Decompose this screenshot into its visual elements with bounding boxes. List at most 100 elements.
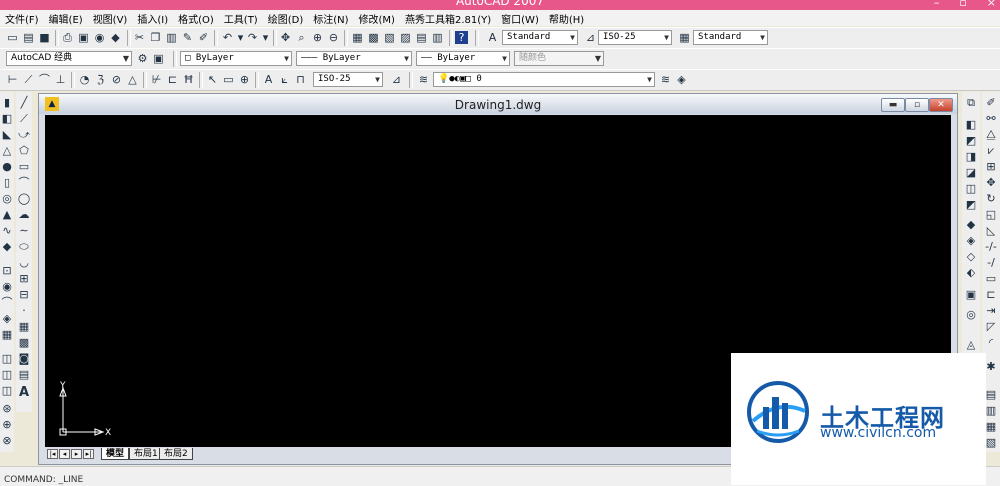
join-icon[interactable]: ⇥	[984, 304, 998, 318]
linear-dim-icon[interactable]: ⊢	[6, 73, 19, 86]
close-button[interactable]: ×	[987, 0, 996, 9]
lights-icon[interactable]: ◎	[964, 308, 978, 322]
view-left-icon[interactable]: ◫	[0, 384, 14, 398]
multiline-text-icon[interactable]: A	[17, 386, 31, 400]
slice-icon[interactable]: ◪	[964, 166, 978, 180]
block-editor-icon[interactable]: ✐	[197, 31, 210, 44]
table-style-select[interactable]: Standard ▼	[693, 30, 768, 45]
wedge-icon[interactable]: ◣	[0, 128, 14, 142]
menu-view[interactable]: 视图(V)	[88, 11, 133, 26]
radius-dim-icon[interactable]: ◔	[78, 73, 91, 86]
text-style-icon[interactable]: A	[486, 31, 499, 44]
extrude-icon[interactable]: ⊡	[0, 264, 14, 278]
point-icon[interactable]: ·	[17, 304, 31, 318]
helix-icon[interactable]: ∿	[0, 224, 14, 238]
table-icon[interactable]: ▤	[17, 368, 31, 382]
save-icon[interactable]: ■	[38, 31, 51, 44]
publish-icon[interactable]: ◉	[93, 31, 106, 44]
layer-match-icon[interactable]: ▥	[984, 404, 998, 418]
copy-object-icon[interactable]: ⚯	[984, 112, 998, 126]
drawing-close-button[interactable]: ✕	[929, 98, 953, 112]
tolerance-icon[interactable]: ▭	[222, 73, 235, 86]
scale-icon[interactable]: ◱	[984, 208, 998, 222]
text-window-icon[interactable]: ◬	[964, 338, 978, 352]
tab-model[interactable]: 模型	[101, 448, 130, 460]
menu-draw[interactable]: 绘图(D)	[263, 11, 309, 26]
continuous-orbit-icon[interactable]: ⊗	[0, 434, 14, 448]
ellipse-icon[interactable]: ⬭	[17, 240, 31, 254]
pan-icon[interactable]: ✥	[279, 31, 292, 44]
next-tab-button[interactable]: ▸	[71, 449, 82, 459]
menu-edit[interactable]: 编辑(E)	[44, 11, 88, 26]
dim-text-edit-icon[interactable]: ⟀	[278, 73, 291, 86]
calculator-icon[interactable]: ▥	[431, 31, 444, 44]
revolve-icon[interactable]: ◉	[0, 280, 14, 294]
pyramid-icon[interactable]: ▲	[0, 208, 14, 222]
box-solid-icon[interactable]: ◧	[964, 118, 978, 132]
visual-style-hidden-icon[interactable]: ◈	[964, 234, 978, 248]
prev-tab-button[interactable]: ◂	[59, 449, 70, 459]
line-icon[interactable]: ╱	[17, 96, 31, 110]
erase-icon[interactable]: ✐	[984, 96, 998, 110]
workspace-settings-icon[interactable]: ⚙	[136, 52, 149, 65]
arc-icon[interactable]: ⌒	[17, 176, 31, 190]
gradient-icon[interactable]: ▩	[17, 336, 31, 350]
rectangle-icon[interactable]: ▭	[17, 160, 31, 174]
menu-file[interactable]: 文件(F)	[0, 11, 44, 26]
menu-format[interactable]: 格式(O)	[173, 11, 219, 26]
menu-dimension[interactable]: 标注(N)	[308, 11, 353, 26]
visual-style-wire-icon[interactable]: ◆	[964, 218, 978, 232]
tab-layout1[interactable]: 布局1	[129, 448, 163, 460]
sweep-icon[interactable]: ⌒	[0, 296, 14, 310]
make-block-icon[interactable]: ⊟	[17, 288, 31, 302]
break-at-point-icon[interactable]: ▭	[984, 272, 998, 286]
undo-icon[interactable]: ↶	[221, 31, 234, 44]
center-mark-icon[interactable]: ⊕	[238, 73, 251, 86]
workspace-select[interactable]: AutoCAD 经典 ▼	[6, 51, 132, 66]
table-style-icon[interactable]: ▦	[678, 31, 691, 44]
continue-dim-icon[interactable]: Ħ	[182, 73, 195, 86]
view-front-icon[interactable]: ◫	[0, 352, 14, 366]
open-file-icon[interactable]: ▤	[22, 31, 35, 44]
spline-icon[interactable]: ∼	[17, 224, 31, 238]
first-tab-button[interactable]: |◂	[47, 449, 58, 459]
print-preview-icon[interactable]: ▣	[77, 31, 90, 44]
jogged-dim-icon[interactable]: ℨ	[94, 73, 107, 86]
baseline-dim-icon[interactable]: ⊏	[166, 73, 179, 86]
dim-style-manager-icon[interactable]: ⊿	[390, 73, 403, 86]
extend-icon[interactable]: -/	[984, 256, 998, 270]
view-top-icon[interactable]: ◫	[0, 368, 14, 382]
drawing-minimize-button[interactable]: ▬	[881, 98, 905, 112]
rotate-icon[interactable]: ↻	[984, 192, 998, 206]
mirror-icon[interactable]: ⧋	[984, 128, 998, 142]
trim-icon[interactable]: -/-	[984, 240, 998, 254]
move-icon[interactable]: ✥	[984, 176, 998, 190]
leader-icon[interactable]: ↖	[206, 73, 219, 86]
tab-layout2[interactable]: 布局2	[159, 448, 193, 460]
dim-style-icon[interactable]: ⊿	[584, 31, 597, 44]
region-icon[interactable]: ◙	[17, 352, 31, 366]
explode-icon[interactable]: ✱	[984, 360, 998, 374]
quick-dim-icon[interactable]: ⊬	[150, 73, 163, 86]
sheet-set-icon[interactable]: ▨	[399, 31, 412, 44]
revision-cloud-icon[interactable]: ☁	[17, 208, 31, 222]
dim-update-icon[interactable]: ⊓	[294, 73, 307, 86]
cone-icon[interactable]: △	[0, 144, 14, 158]
make-object-layer-current-icon[interactable]: ≋	[659, 73, 672, 86]
last-tab-button[interactable]: ▸|	[83, 449, 94, 459]
planar-surface-icon[interactable]: ◆	[0, 240, 14, 254]
menu-modify[interactable]: 修改(M)	[354, 11, 400, 26]
stretch-icon[interactable]: ◺	[984, 224, 998, 238]
zoom-realtime-icon[interactable]: ⌕	[295, 31, 308, 44]
circle-icon[interactable]: ◯	[17, 192, 31, 206]
visual-style-conceptual-icon[interactable]: ⬖	[964, 266, 978, 280]
chamfer-icon[interactable]: ◸	[984, 320, 998, 334]
menu-help[interactable]: 帮助(H)	[544, 11, 589, 26]
menu-insert[interactable]: 插入(I)	[132, 11, 173, 26]
sphere-icon[interactable]: ●	[0, 160, 14, 174]
aligned-dim-icon[interactable]: ⟋	[22, 73, 35, 86]
break-icon[interactable]: ⊏	[984, 288, 998, 302]
new-file-icon[interactable]: ▭	[6, 31, 19, 44]
markup-set-icon[interactable]: ▤	[415, 31, 428, 44]
color-select[interactable]: □ ByLayer ▼	[180, 51, 292, 66]
